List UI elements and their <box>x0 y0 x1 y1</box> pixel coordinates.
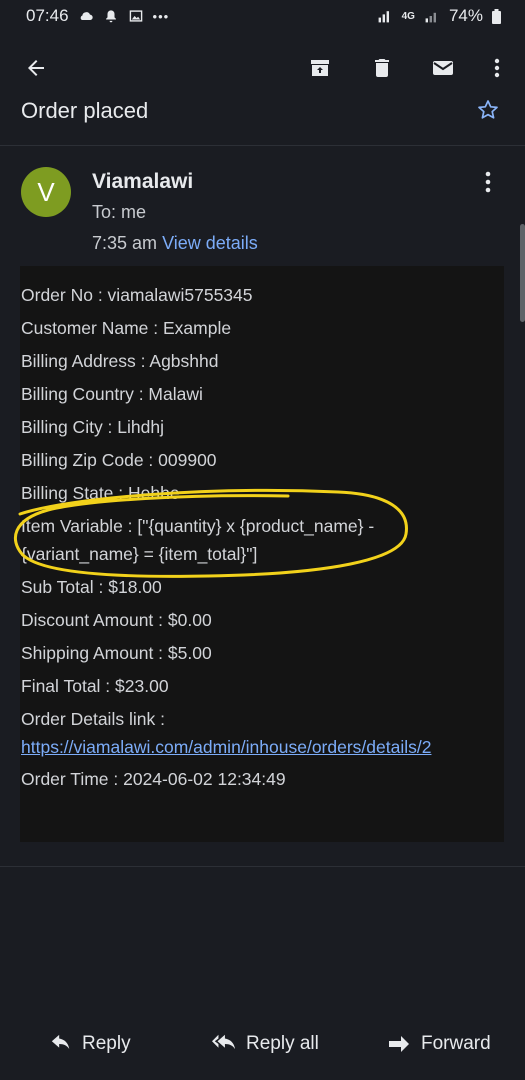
billing-address-line: Billing Address : Agbshhd <box>21 351 219 371</box>
order-time-line: Order Time : 2024-06-02 12:34:49 <box>21 769 286 789</box>
archive-button[interactable] <box>306 54 334 82</box>
billing-country-line: Billing Country : Malawi <box>21 384 203 404</box>
scrollbar[interactable] <box>520 224 525 322</box>
archive-icon <box>311 60 329 76</box>
forward-button[interactable]: Forward <box>387 1033 491 1055</box>
signal-weak-icon <box>425 12 436 23</box>
shipping-line: Shipping Amount : $5.00 <box>21 643 212 663</box>
order-details-link[interactable]: https://viamalawi.com/admin/inhouse/orde… <box>21 737 431 757</box>
forward-icon <box>389 1036 409 1052</box>
image-icon <box>129 10 142 22</box>
message-more-icon[interactable] <box>478 170 498 194</box>
back-button[interactable] <box>22 54 50 82</box>
recipient-line: To: me <box>92 202 147 222</box>
status-time: 07:46 <box>26 6 69 25</box>
mail-icon <box>433 61 453 75</box>
status-bar: 07:46 ••• 4G 74% <box>0 0 525 32</box>
avatar: V <box>21 167 71 217</box>
more-options-button[interactable] <box>483 54 511 82</box>
cloud-icon <box>80 12 93 20</box>
mark-unread-button[interactable] <box>429 54 457 82</box>
item-variable-line-2: {variant_name} = {item_total}"] <box>21 544 258 564</box>
battery-icon <box>492 8 501 24</box>
customer-name-line: Customer Name : Example <box>21 318 232 338</box>
order-details-link-line: https://viamalawi.com/admin/inhouse/orde… <box>21 737 431 758</box>
sub-total-line: Sub Total : $18.00 <box>21 577 162 597</box>
time-line: 7:35 am View details <box>92 233 258 254</box>
reply-all-icon <box>212 1034 236 1050</box>
sender-name: Viamalawi <box>92 170 194 193</box>
network-type: 4G <box>401 10 415 22</box>
reply-all-label: Reply all <box>246 1033 319 1054</box>
reply-icon <box>51 1034 70 1050</box>
delete-icon <box>375 59 389 77</box>
billing-state-line: Billing State : Hehhe <box>21 483 180 503</box>
forward-label: Forward <box>421 1033 491 1054</box>
view-details-link[interactable]: View details <box>162 233 258 253</box>
signal-icon <box>378 11 389 23</box>
bell-icon <box>105 10 116 23</box>
top-app-bar <box>0 36 525 100</box>
star-icon[interactable] <box>476 98 500 122</box>
reply-label: Reply <box>82 1033 131 1054</box>
final-total-line: Final Total : $23.00 <box>21 676 169 696</box>
order-no-line: Order No : viamalawi5755345 <box>21 285 253 305</box>
reply-all-button[interactable]: Reply all <box>212 1033 319 1055</box>
discount-line: Discount Amount : $0.00 <box>21 610 212 630</box>
email-subject: Order placed <box>21 98 149 123</box>
arrow-back-icon <box>28 60 44 76</box>
battery-percent: 74% <box>448 6 483 25</box>
billing-city-line: Billing City : Lihdhj <box>21 417 164 437</box>
more-vert-icon <box>494 58 500 78</box>
delete-button[interactable] <box>368 54 396 82</box>
status-more-dots: ••• <box>152 8 170 24</box>
sender-header: V Viamalawi To: me 7:35 am View details <box>0 160 525 260</box>
divider <box>0 866 525 867</box>
bottom-actions: Reply Reply all Forward <box>0 1025 525 1069</box>
billing-zip-line: Billing Zip Code : 009900 <box>21 450 217 470</box>
order-details-label: Order Details link : <box>21 709 165 729</box>
subject-row: Order placed <box>0 92 525 146</box>
sent-time: 7:35 am <box>92 233 158 253</box>
reply-button[interactable]: Reply <box>50 1033 131 1055</box>
item-variable-line: Item Variable : ["{quantity} x {product_… <box>21 516 375 536</box>
